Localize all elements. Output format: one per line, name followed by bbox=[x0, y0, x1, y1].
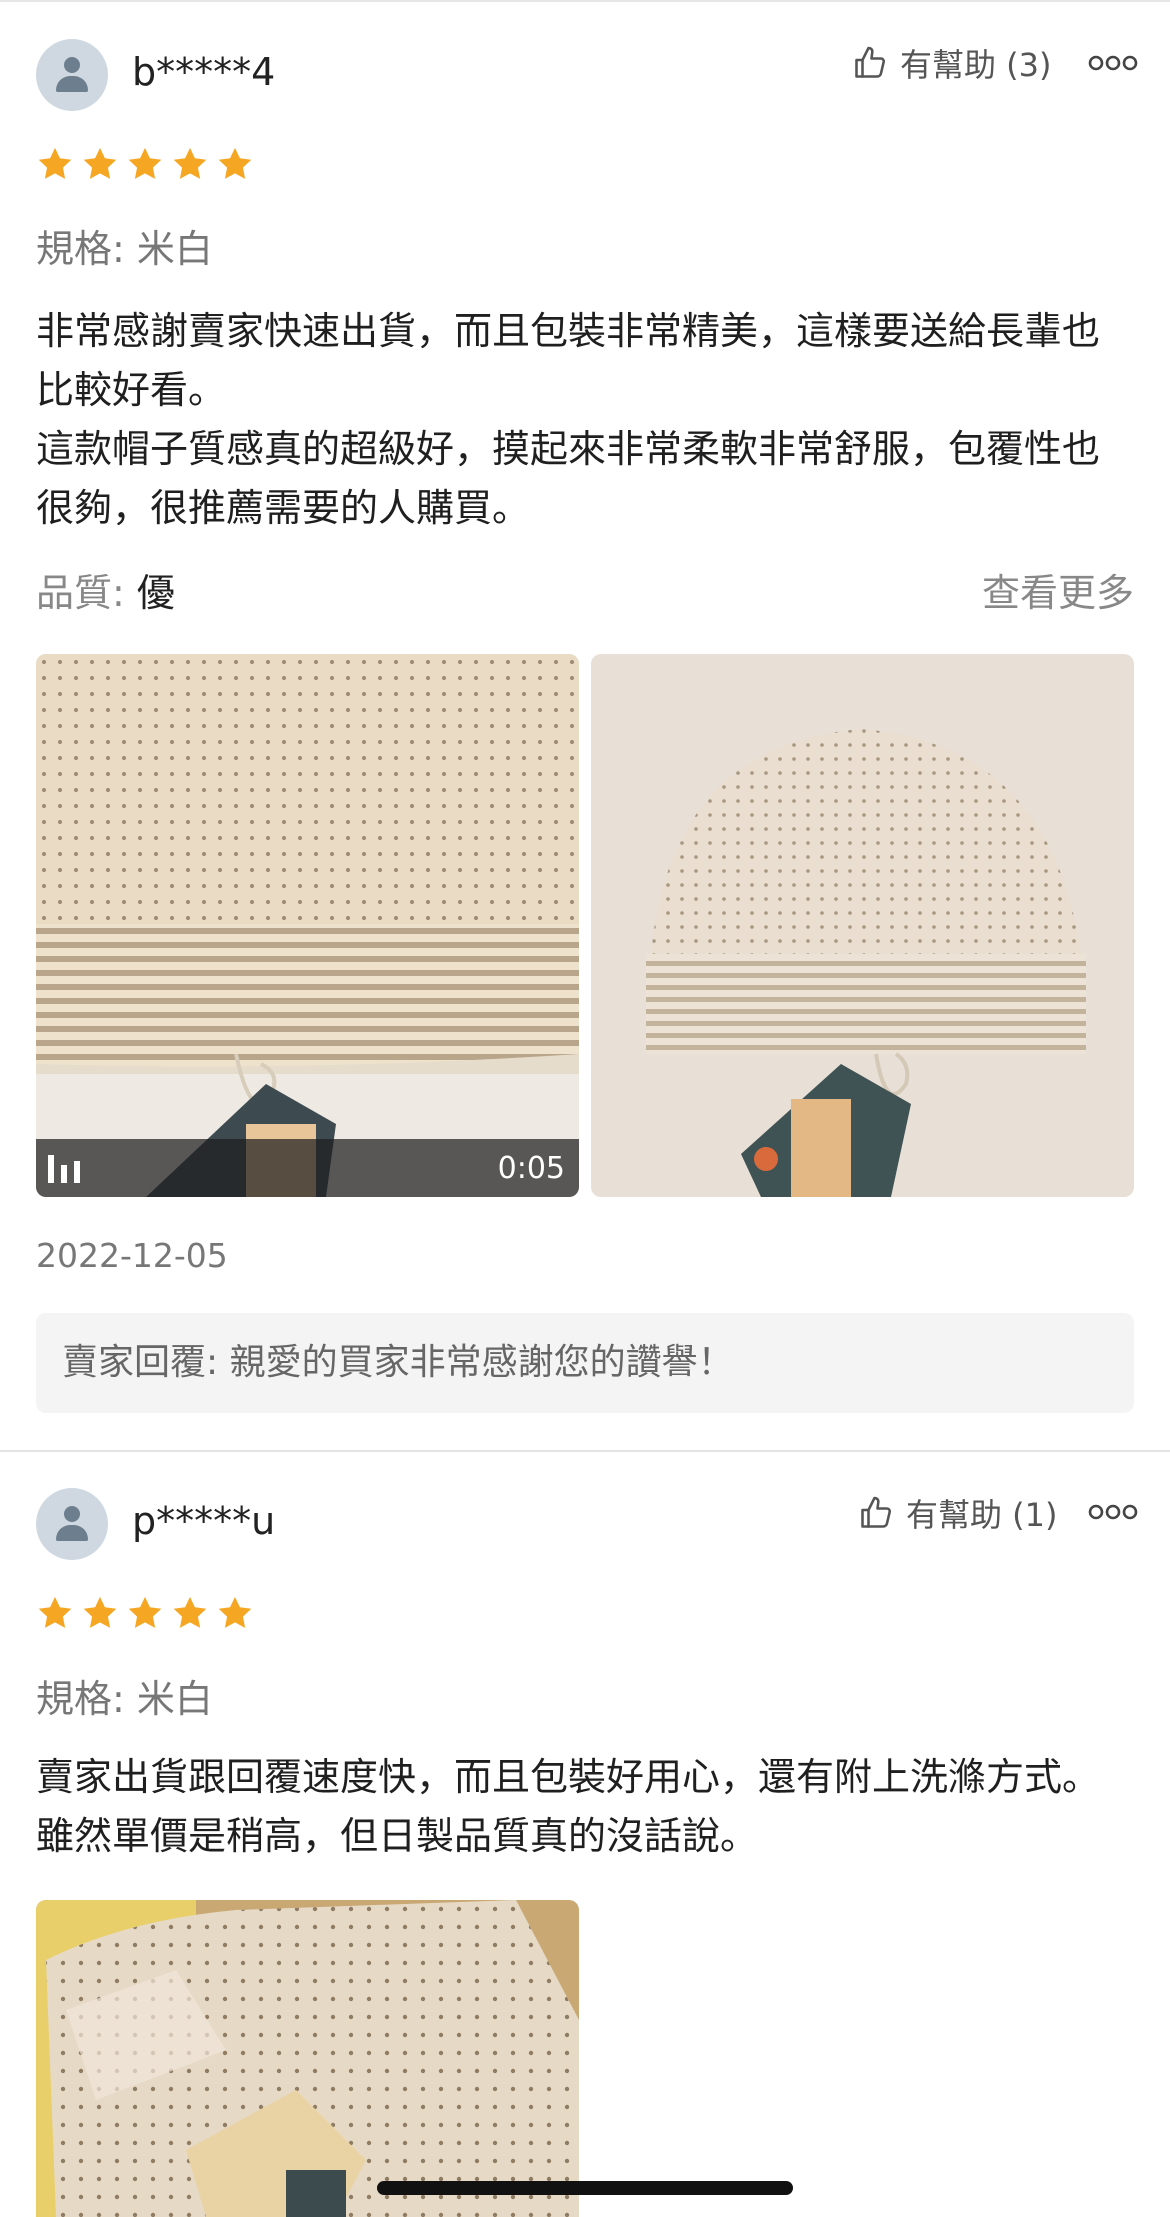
star-icon bbox=[83, 1596, 117, 1628]
thumbs-up-icon bbox=[861, 1496, 892, 1528]
spec-label: 規格: bbox=[36, 1677, 125, 1721]
helpful-button[interactable]: 有幫助 (1) bbox=[858, 1490, 1058, 1536]
star-icon bbox=[38, 1596, 72, 1628]
spec-value: 米白 bbox=[136, 1677, 213, 1721]
review-text: 賣家出貨跟回覆速度快，而且包裝好用心，還有附上洗滌方式。雖然單價是稍高，但日製品… bbox=[36, 1748, 1136, 1866]
avatar[interactable] bbox=[36, 1488, 108, 1560]
review-photo[interactable] bbox=[36, 1900, 579, 2217]
home-indicator[interactable] bbox=[377, 2181, 793, 2195]
star-icon bbox=[218, 1596, 252, 1628]
more-options-icon[interactable] bbox=[1088, 1502, 1138, 1522]
spec-line: 規格: 米白 bbox=[36, 1668, 213, 1723]
review-paragraph: 賣家出貨跟回覆速度快，而且包裝好用心，還有附上洗滌方式。雖然單價是稍高，但日製品… bbox=[36, 1755, 1101, 1858]
reviewer-name: p*****u bbox=[132, 1499, 276, 1543]
review-card: p*****u 有幫助 (1) 規格: 米白 賣家出貨跟回覆速度快，而且包裝好用… bbox=[0, 0, 1170, 2217]
hat-photo bbox=[36, 1900, 579, 2217]
star-icon bbox=[173, 1596, 207, 1628]
star-icon bbox=[128, 1596, 162, 1628]
helpful-label: 有幫助 (1) bbox=[906, 1496, 1058, 1534]
star-rating bbox=[36, 1594, 261, 1632]
